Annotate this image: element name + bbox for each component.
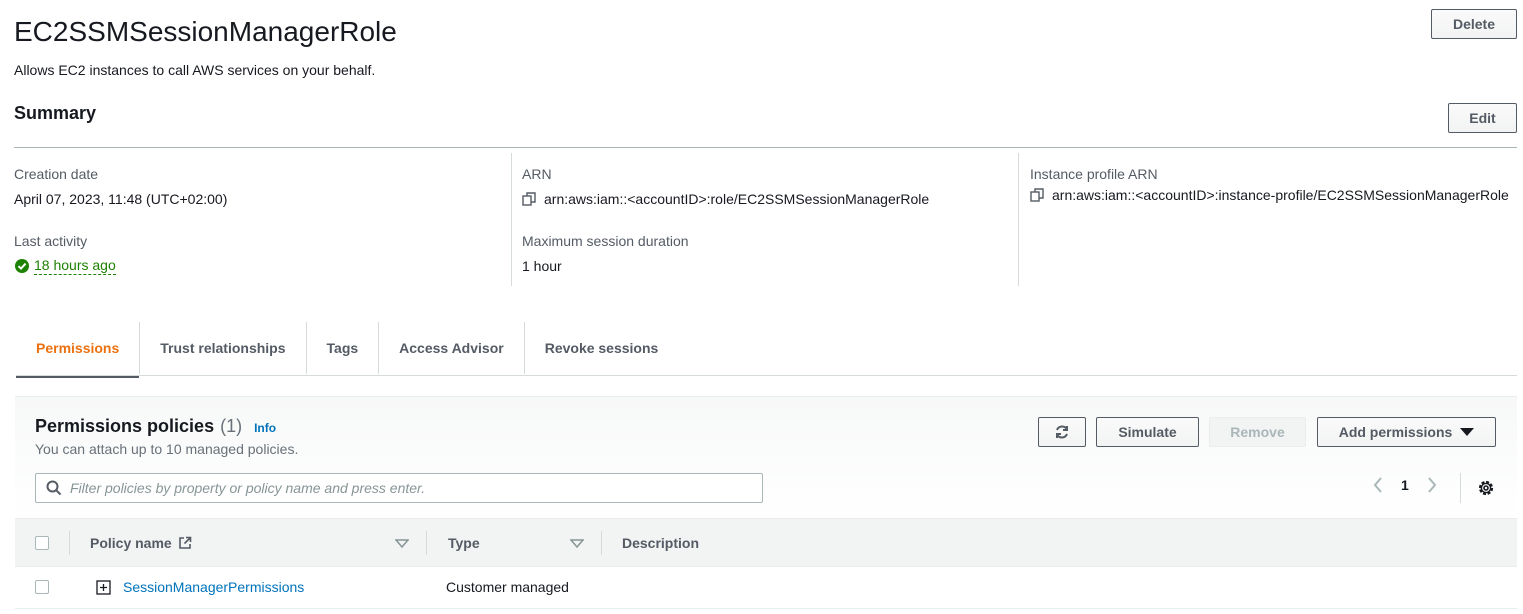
copy-icon[interactable] bbox=[522, 192, 536, 206]
filter-input[interactable] bbox=[70, 480, 750, 496]
caret-down-icon bbox=[1460, 427, 1475, 437]
sort-caret-icon[interactable] bbox=[394, 536, 410, 554]
column-description: Description bbox=[622, 535, 700, 551]
add-permissions-label: Add permissions bbox=[1338, 424, 1453, 440]
column-divider bbox=[1018, 153, 1019, 286]
creation-date-label: Creation date bbox=[14, 166, 99, 182]
last-activity-label: Last activity bbox=[14, 233, 88, 249]
refresh-icon bbox=[1054, 424, 1070, 440]
permissions-policies-header: Permissions policies (1) Info bbox=[35, 416, 276, 437]
last-activity[interactable]: 18 hours ago bbox=[14, 257, 116, 275]
policy-name-link[interactable]: SessionManagerPermissions bbox=[123, 579, 304, 595]
instance-profile-label: Instance profile ARN bbox=[1030, 166, 1158, 182]
tab-permissions[interactable]: Permissions bbox=[16, 321, 141, 378]
column-divider bbox=[511, 153, 512, 286]
column-policy-name[interactable]: Policy name bbox=[90, 519, 192, 567]
arn-label: ARN bbox=[522, 166, 552, 182]
tab-access-advisor[interactable]: Access Advisor bbox=[379, 321, 525, 374]
table-header: Policy name Type Description bbox=[15, 518, 1517, 567]
tab-tags[interactable]: Tags bbox=[307, 321, 380, 374]
success-check-icon bbox=[14, 258, 30, 274]
policy-name-cell: SessionManagerPermissions bbox=[96, 567, 304, 607]
creation-date-value: April 07, 2023, 11:48 (UTC+02:00) bbox=[14, 191, 228, 207]
sort-caret-icon[interactable] bbox=[569, 536, 585, 554]
column-type[interactable]: Type bbox=[448, 519, 480, 567]
filter-box bbox=[35, 473, 763, 503]
select-all-checkbox[interactable] bbox=[35, 536, 49, 550]
search-icon bbox=[46, 480, 62, 496]
policy-count: (1) bbox=[220, 416, 243, 436]
edit-button[interactable]: Edit bbox=[1448, 103, 1517, 133]
column-divider bbox=[426, 531, 427, 555]
refresh-button[interactable] bbox=[1038, 417, 1086, 447]
previous-page-icon[interactable] bbox=[1373, 477, 1383, 493]
column-divider bbox=[601, 531, 602, 555]
summary-heading: Summary bbox=[14, 103, 97, 123]
instance-profile-value: arn:aws:iam::<accountID>:instance-profil… bbox=[1052, 187, 1509, 203]
tab-revoke-sessions[interactable]: Revoke sessions bbox=[525, 322, 679, 374]
settings-gear-icon[interactable] bbox=[1477, 479, 1495, 497]
page-number[interactable]: 1 bbox=[1401, 477, 1409, 493]
column-policy-name-label: Policy name bbox=[90, 535, 172, 551]
arn-row: arn:aws:iam::<accountID>:role/EC2SSMSess… bbox=[522, 191, 929, 207]
pager-divider bbox=[1460, 473, 1461, 503]
max-session-label: Maximum session duration bbox=[522, 233, 689, 249]
add-permissions-button[interactable]: Add permissions bbox=[1317, 417, 1496, 447]
arn-value: arn:aws:iam::<accountID>:role/EC2SSMSess… bbox=[544, 191, 930, 207]
copy-icon[interactable] bbox=[1030, 188, 1044, 202]
permissions-policies-panel: Permissions policies (1) Info You can at… bbox=[15, 396, 1517, 609]
row-checkbox[interactable] bbox=[35, 580, 49, 594]
table-row: SessionManagerPermissions Customer manag… bbox=[15, 567, 1517, 609]
expand-plus-icon[interactable] bbox=[96, 579, 111, 595]
pagination: 1 bbox=[1373, 477, 1437, 493]
policy-type-cell: Customer managed bbox=[446, 579, 569, 595]
page-title: EC2SSMSessionManagerRole bbox=[14, 16, 397, 47]
tab-bar: Permissions Trust relationships Tags Acc… bbox=[16, 320, 1517, 378]
external-link-icon bbox=[178, 536, 192, 550]
permissions-subtitle: You can attach up to 10 managed policies… bbox=[35, 441, 299, 457]
max-session-value: 1 hour bbox=[522, 258, 562, 274]
simulate-button[interactable]: Simulate bbox=[1096, 417, 1199, 447]
info-link[interactable]: Info bbox=[254, 421, 276, 435]
role-description: Allows EC2 instances to call AWS service… bbox=[14, 62, 376, 78]
last-activity-value[interactable]: 18 hours ago bbox=[34, 257, 116, 275]
summary-divider bbox=[14, 147, 1517, 148]
delete-button[interactable]: Delete bbox=[1431, 9, 1517, 39]
tab-trust-relationships[interactable]: Trust relationships bbox=[140, 321, 307, 374]
permissions-policies-title: Permissions policies bbox=[35, 416, 215, 436]
next-page-icon[interactable] bbox=[1427, 477, 1437, 493]
remove-button[interactable]: Remove bbox=[1209, 417, 1306, 447]
instance-profile-row: arn:aws:iam::<accountID>:instance-profil… bbox=[1030, 187, 1509, 203]
column-divider bbox=[69, 531, 70, 555]
